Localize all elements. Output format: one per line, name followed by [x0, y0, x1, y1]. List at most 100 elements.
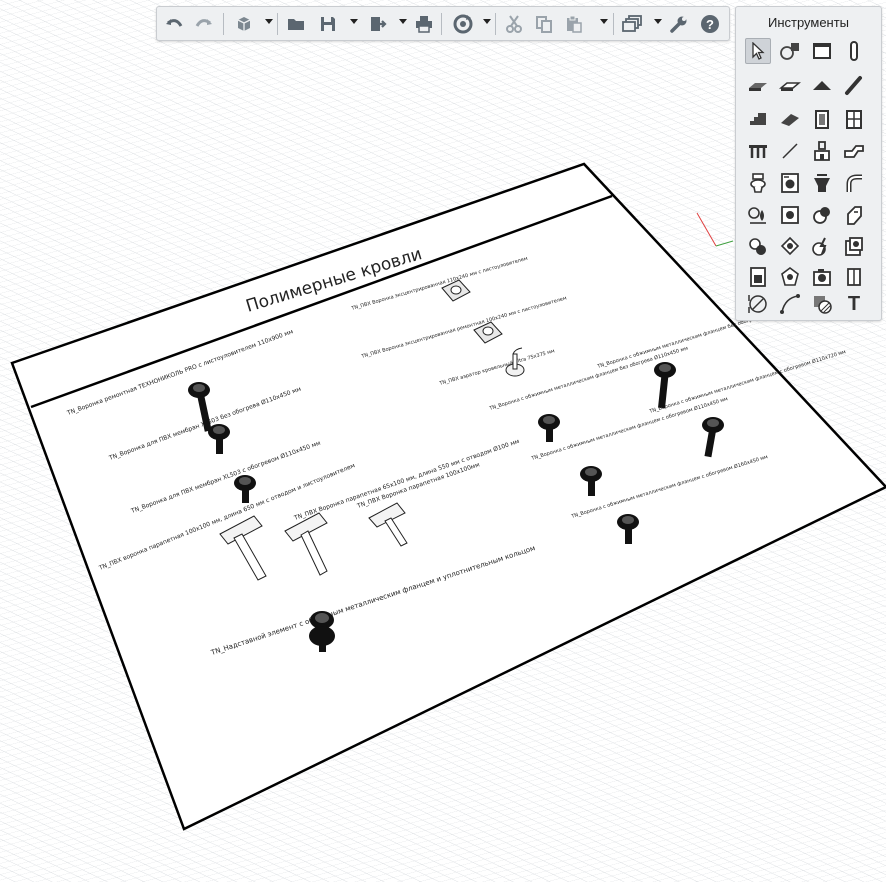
dimension-tool[interactable] [745, 291, 771, 317]
help-icon: ? [701, 14, 719, 33]
roof-slab-tool[interactable] [777, 73, 803, 99]
redo-button[interactable] [191, 7, 217, 40]
railing-icon [749, 145, 767, 158]
roof-icon [813, 81, 831, 90]
column-tool[interactable] [841, 38, 867, 64]
wrench-icon [670, 16, 687, 33]
stairs-icon [750, 113, 766, 125]
fitting-icon [813, 207, 830, 224]
pipe-bend-icon [846, 174, 862, 192]
floppy-icon [321, 16, 335, 31]
drain-tool[interactable] [809, 170, 835, 196]
lamp-icon [780, 236, 800, 256]
sync-dropdown[interactable] [483, 19, 491, 24]
window-tool[interactable] [841, 106, 867, 132]
duct-tool[interactable] [841, 138, 867, 164]
view-3d-button[interactable] [231, 7, 257, 40]
equipment-tool[interactable] [809, 138, 835, 164]
washing-machine-icon [781, 173, 799, 193]
water-supply-tool[interactable] [745, 202, 771, 228]
curve-icon [780, 294, 800, 314]
main-toolbar: ? [156, 6, 730, 41]
copy-icon [536, 15, 552, 33]
lighting-tool[interactable] [777, 234, 803, 260]
save-dropdown[interactable] [350, 19, 358, 24]
sewer-tool[interactable] [841, 202, 867, 228]
fitting-tool[interactable] [809, 202, 835, 228]
shapes-icon [780, 43, 799, 60]
paste-dropdown[interactable] [600, 19, 608, 24]
wall-tool[interactable] [809, 38, 835, 64]
layers-icon [622, 14, 642, 32]
folder-icon [288, 18, 304, 30]
stairs-tool[interactable] [745, 106, 771, 132]
export-dropdown[interactable] [399, 19, 407, 24]
valve-icon [749, 238, 766, 255]
dimension-icon [748, 295, 767, 313]
window-icon [846, 110, 862, 129]
cabinet-icon [847, 268, 861, 286]
roof-slab-icon [779, 82, 801, 91]
panel-tool[interactable] [745, 264, 771, 290]
sensor-icon [781, 267, 799, 286]
text-icon: T [847, 293, 861, 315]
beam-icon [845, 76, 862, 95]
ramp-tool[interactable] [777, 106, 803, 132]
redo-icon [195, 18, 212, 27]
toolbar-separator [441, 13, 442, 35]
view-3d-dropdown[interactable] [265, 19, 273, 24]
camera-tool[interactable] [809, 264, 835, 290]
undo-button[interactable] [161, 7, 187, 40]
print-button[interactable] [411, 7, 437, 40]
camera-icon [813, 269, 831, 286]
cabinet-tool[interactable] [841, 264, 867, 290]
text-tool[interactable]: T [841, 291, 867, 317]
pipe-bend-tool[interactable] [841, 170, 867, 196]
paste-button[interactable] [561, 7, 587, 40]
valve-tool[interactable] [745, 234, 771, 260]
electrical-tool[interactable] [809, 234, 835, 260]
heating-tool[interactable] [777, 202, 803, 228]
curve-tool[interactable] [777, 291, 803, 317]
toolbar-separator [223, 13, 224, 35]
door-tool[interactable] [809, 106, 835, 132]
beam-tool[interactable] [841, 73, 867, 99]
slab-icon [749, 83, 767, 91]
sensor-tool[interactable] [777, 264, 803, 290]
column-icon [850, 41, 858, 61]
water-supply-icon [748, 207, 766, 224]
cut-button[interactable] [501, 7, 527, 40]
socket-tool[interactable] [841, 234, 867, 260]
sync-button[interactable] [449, 7, 477, 40]
sewer-icon [847, 206, 862, 225]
copy-button[interactable] [531, 7, 557, 40]
export-icon [371, 16, 387, 31]
settings-button[interactable] [666, 7, 692, 40]
svg-text:?: ? [706, 17, 714, 32]
hatch-tool[interactable] [809, 291, 835, 317]
help-button[interactable]: ? [697, 7, 723, 40]
open-button[interactable] [283, 7, 309, 40]
save-button[interactable] [315, 7, 341, 40]
sync-icon [453, 14, 473, 33]
cursor-icon [752, 42, 765, 60]
slab-tool[interactable] [745, 73, 771, 99]
railing-tool[interactable] [745, 138, 771, 164]
layers-dropdown[interactable] [654, 19, 662, 24]
sanitary-tool[interactable] [745, 170, 771, 196]
line-tool[interactable] [777, 138, 803, 164]
hatch-icon [814, 296, 832, 314]
roof-tool[interactable] [809, 73, 835, 99]
drain-icon [814, 174, 830, 192]
appliance-tool[interactable] [777, 170, 803, 196]
electrical-icon [812, 237, 827, 256]
export-button[interactable] [365, 7, 391, 40]
paste-icon [567, 15, 582, 33]
undo-icon [166, 18, 183, 27]
select-tool[interactable] [745, 38, 771, 64]
layers-button[interactable] [619, 7, 647, 40]
objects-tool[interactable] [777, 38, 803, 64]
toolbar-separator [277, 13, 278, 35]
equipment-icon [814, 141, 830, 161]
ramp-icon [781, 114, 799, 126]
